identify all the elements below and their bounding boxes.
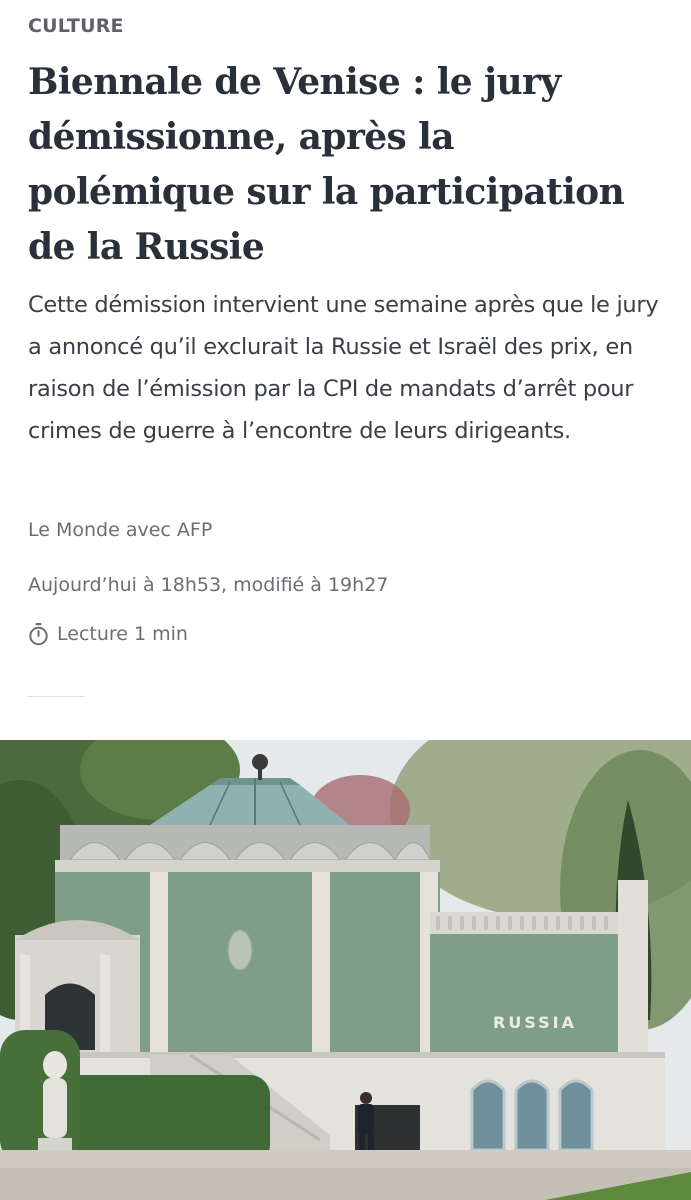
stopwatch-icon [28, 622, 49, 646]
pavilion-sign: RUSSIA [493, 1013, 577, 1032]
reading-time: Lecture 1 min [28, 622, 188, 646]
publication-date: Aujourd’hui à 18h53, modifié à 19h27 [28, 574, 389, 596]
headline: Biennale de Venise : le jury démissionne… [28, 61, 625, 268]
reading-time-label: Lecture 1 min [57, 623, 188, 645]
section-label[interactable]: CULTURE [28, 15, 124, 37]
author: Le Monde avec AFP [28, 519, 213, 541]
divider [28, 696, 84, 697]
russian-pavilion-illustration: RUSSIA [0, 740, 691, 1200]
standfirst: Cette démission intervient une semaine a… [28, 292, 659, 444]
article-photo[interactable]: RUSSIA [0, 740, 691, 1200]
